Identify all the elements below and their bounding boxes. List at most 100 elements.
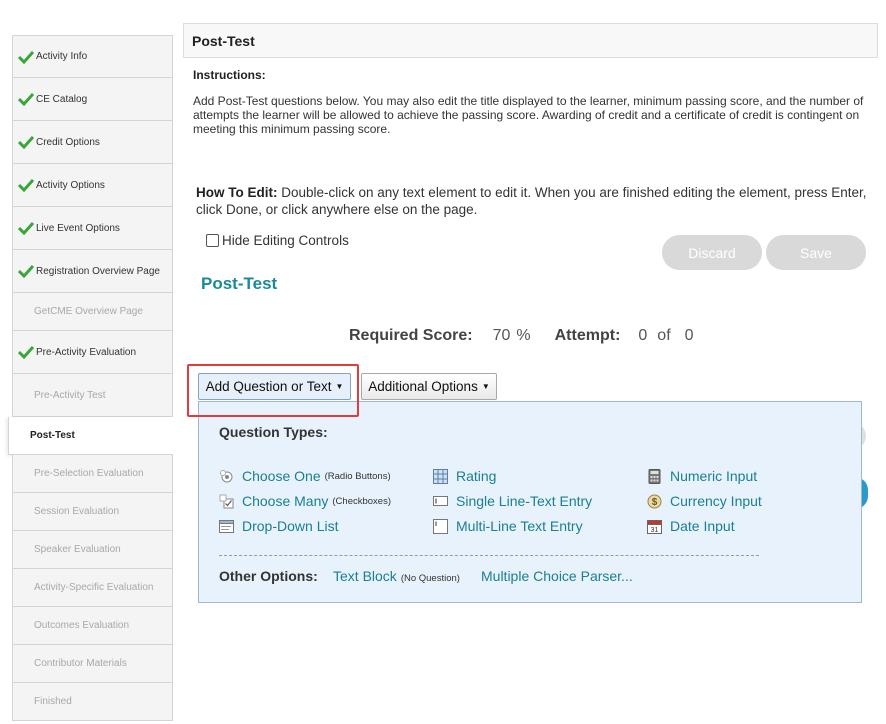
sidebar-item-pre-selection-evaluation: Pre-Selection Evaluation [12,455,173,493]
sidebar-item-session-evaluation: Session Evaluation [12,493,173,531]
sidebar-item-label: Finished [34,696,72,707]
add-question-button[interactable]: Add Question or Text ▼ [198,373,351,400]
additional-options-label: Additional Options [368,379,478,394]
menu-item-note: (Checkboxes) [332,495,391,507]
attempt-value[interactable]: 0 [638,327,647,345]
add-question-label: Add Question or Text [205,379,332,394]
check-icon [18,264,34,278]
check-icon [18,135,34,149]
dollar-icon: $ [647,494,662,508]
save-button[interactable]: Save [766,235,866,270]
sidebar-item-label: Live Event Options [36,222,120,234]
sidebar-item-ce-catalog[interactable]: CE Catalog [12,78,173,121]
menu-item-multiple-choice-parser[interactable]: Multiple Choice Parser... [481,568,633,584]
menu-item-choose-many[interactable]: Choose Many (Checkboxes) [219,493,391,509]
sidebar-item-registration-overview[interactable]: Registration Overview Page [12,250,173,293]
attempt-label: Attempt: [554,327,621,344]
hide-editing-checkbox[interactable] [206,234,219,247]
sidebar-item-label: GetCME Overview Page [34,306,143,317]
sidebar-item-contributor-materials: Contributor Materials [12,645,173,683]
how-to-edit-label: How To Edit: [196,185,278,200]
menu-item-note: (Radio Buttons) [324,470,391,482]
menu-item-label: Date Input [670,518,735,534]
sidebar-item-label: Speaker Evaluation [34,544,121,555]
menu-item-numeric-input[interactable]: Numeric Input [647,468,757,484]
required-score-value[interactable]: 70 [493,327,511,345]
discard-button[interactable]: Discard [662,235,762,270]
check-icon [18,50,34,64]
hide-editing-controls[interactable]: Hide Editing Controls [206,233,349,248]
sidebar-item-activity-info[interactable]: Activity Info [12,35,173,78]
text-block-note: (No Question) [400,573,460,584]
menu-item-label: Drop-Down List [242,518,339,534]
question-types-title: Question Types: [219,424,328,440]
sidebar-item-label: Pre-Activity Test [34,389,106,401]
sidebar-item-activity-options[interactable]: Activity Options [12,164,173,207]
sidebar-item-label: Activity Options [36,179,105,191]
menu-item-choose-one[interactable]: Choose One (Radio Buttons) [219,468,391,484]
chevron-down-icon: ▼ [481,382,490,391]
menu-item-date-input[interactable]: 31 Date Input [647,518,735,534]
hide-editing-label: Hide Editing Controls [222,233,349,248]
sidebar-item-live-event-options[interactable]: Live Event Options [12,207,173,250]
percent-sign: % [516,327,531,344]
sidebar-item-label: Post-Test [30,430,75,441]
sidebar-item-label: Credit Options [36,136,100,148]
check-icon [18,221,34,235]
check-icon [18,178,34,192]
chevron-down-icon: ▼ [335,382,344,391]
sidebar-item-credit-options[interactable]: Credit Options [12,121,173,164]
menu-item-label: Choose One [242,468,321,484]
checkbox-icon [219,494,234,508]
score-row: Required Score: 70 % Attempt: 0 of 0 [349,327,694,345]
required-score-label: Required Score: [349,327,473,344]
menu-item-currency-input[interactable]: $ Currency Input [647,493,762,509]
sidebar-item-finished: Finished [12,683,173,721]
menu-item-label: Currency Input [670,493,762,509]
sidebar-item-label: CE Catalog [36,93,88,105]
calculator-icon [648,468,661,484]
additional-options-button[interactable]: Additional Options ▼ [361,373,497,400]
sidebar-item-speaker-evaluation: Speaker Evaluation [12,531,173,569]
sidebar-item-label: Pre-Activity Evaluation [36,346,137,358]
sidebar-item-label: Activity Info [36,51,88,62]
page-title: Post-Test [183,23,878,58]
sidebar-nav: Activity Info CE Catalog Credit Options … [8,35,173,721]
sidebar-item-pre-activity-evaluation[interactable]: Pre-Activity Evaluation [12,331,173,374]
sidebar-item-label: Session Evaluation [34,506,120,517]
menu-item-label: Choose Many [242,493,329,509]
menu-item-label: Rating [456,468,497,484]
menu-item-multi-line-text[interactable]: Multi-Line Text Entry [433,518,583,534]
menu-item-drop-down-list[interactable]: Drop-Down List [219,518,338,534]
dropdown-list-icon [219,519,234,533]
menu-item-label: Numeric Input [670,468,758,484]
menu-item-label: Multi-Line Text Entry [456,518,583,534]
check-icon [18,92,34,106]
calendar-day: 31 [651,527,659,534]
how-to-edit: How To Edit: Double-click on any text el… [196,184,868,218]
menu-item-text-block[interactable]: Text Block (No Question) [333,568,460,584]
instructions-title: Instructions: [193,68,266,82]
sidebar-item-activity-specific-evaluation: Activity-Specific Evaluation [12,569,173,607]
multi-line-icon [433,518,448,534]
sidebar-item-pre-activity-test: Pre-Activity Test [12,374,173,417]
parser-label: Multiple Choice Parser... [481,568,633,584]
other-options-label: Other Options: [219,568,318,584]
sidebar-item-label: Activity-Specific Evaluation [34,582,154,593]
sidebar-item-post-test[interactable]: Post-Test [8,417,173,455]
instructions-text: Add Post-Test questions below. You may a… [193,94,864,136]
check-icon [18,345,34,359]
test-title[interactable]: Post-Test [201,274,277,294]
calendar-icon: 31 [647,519,662,534]
radio-icon [220,469,233,482]
how-to-edit-text: Double-click on any text element to edit… [196,185,867,217]
sidebar-item-label: Contributor Materials [34,658,127,669]
menu-item-rating[interactable]: Rating [433,468,496,484]
sidebar-item-label: Registration Overview Page [36,265,160,277]
question-types-menu: Question Types: Choose One (Radio Button… [198,401,862,603]
attempt-max[interactable]: 0 [685,327,694,345]
rating-grid-icon [433,468,448,484]
menu-item-single-line-text[interactable]: Single Line-Text Entry [433,493,592,509]
svg-text:$: $ [652,497,658,508]
attempt-of: of [657,327,671,344]
